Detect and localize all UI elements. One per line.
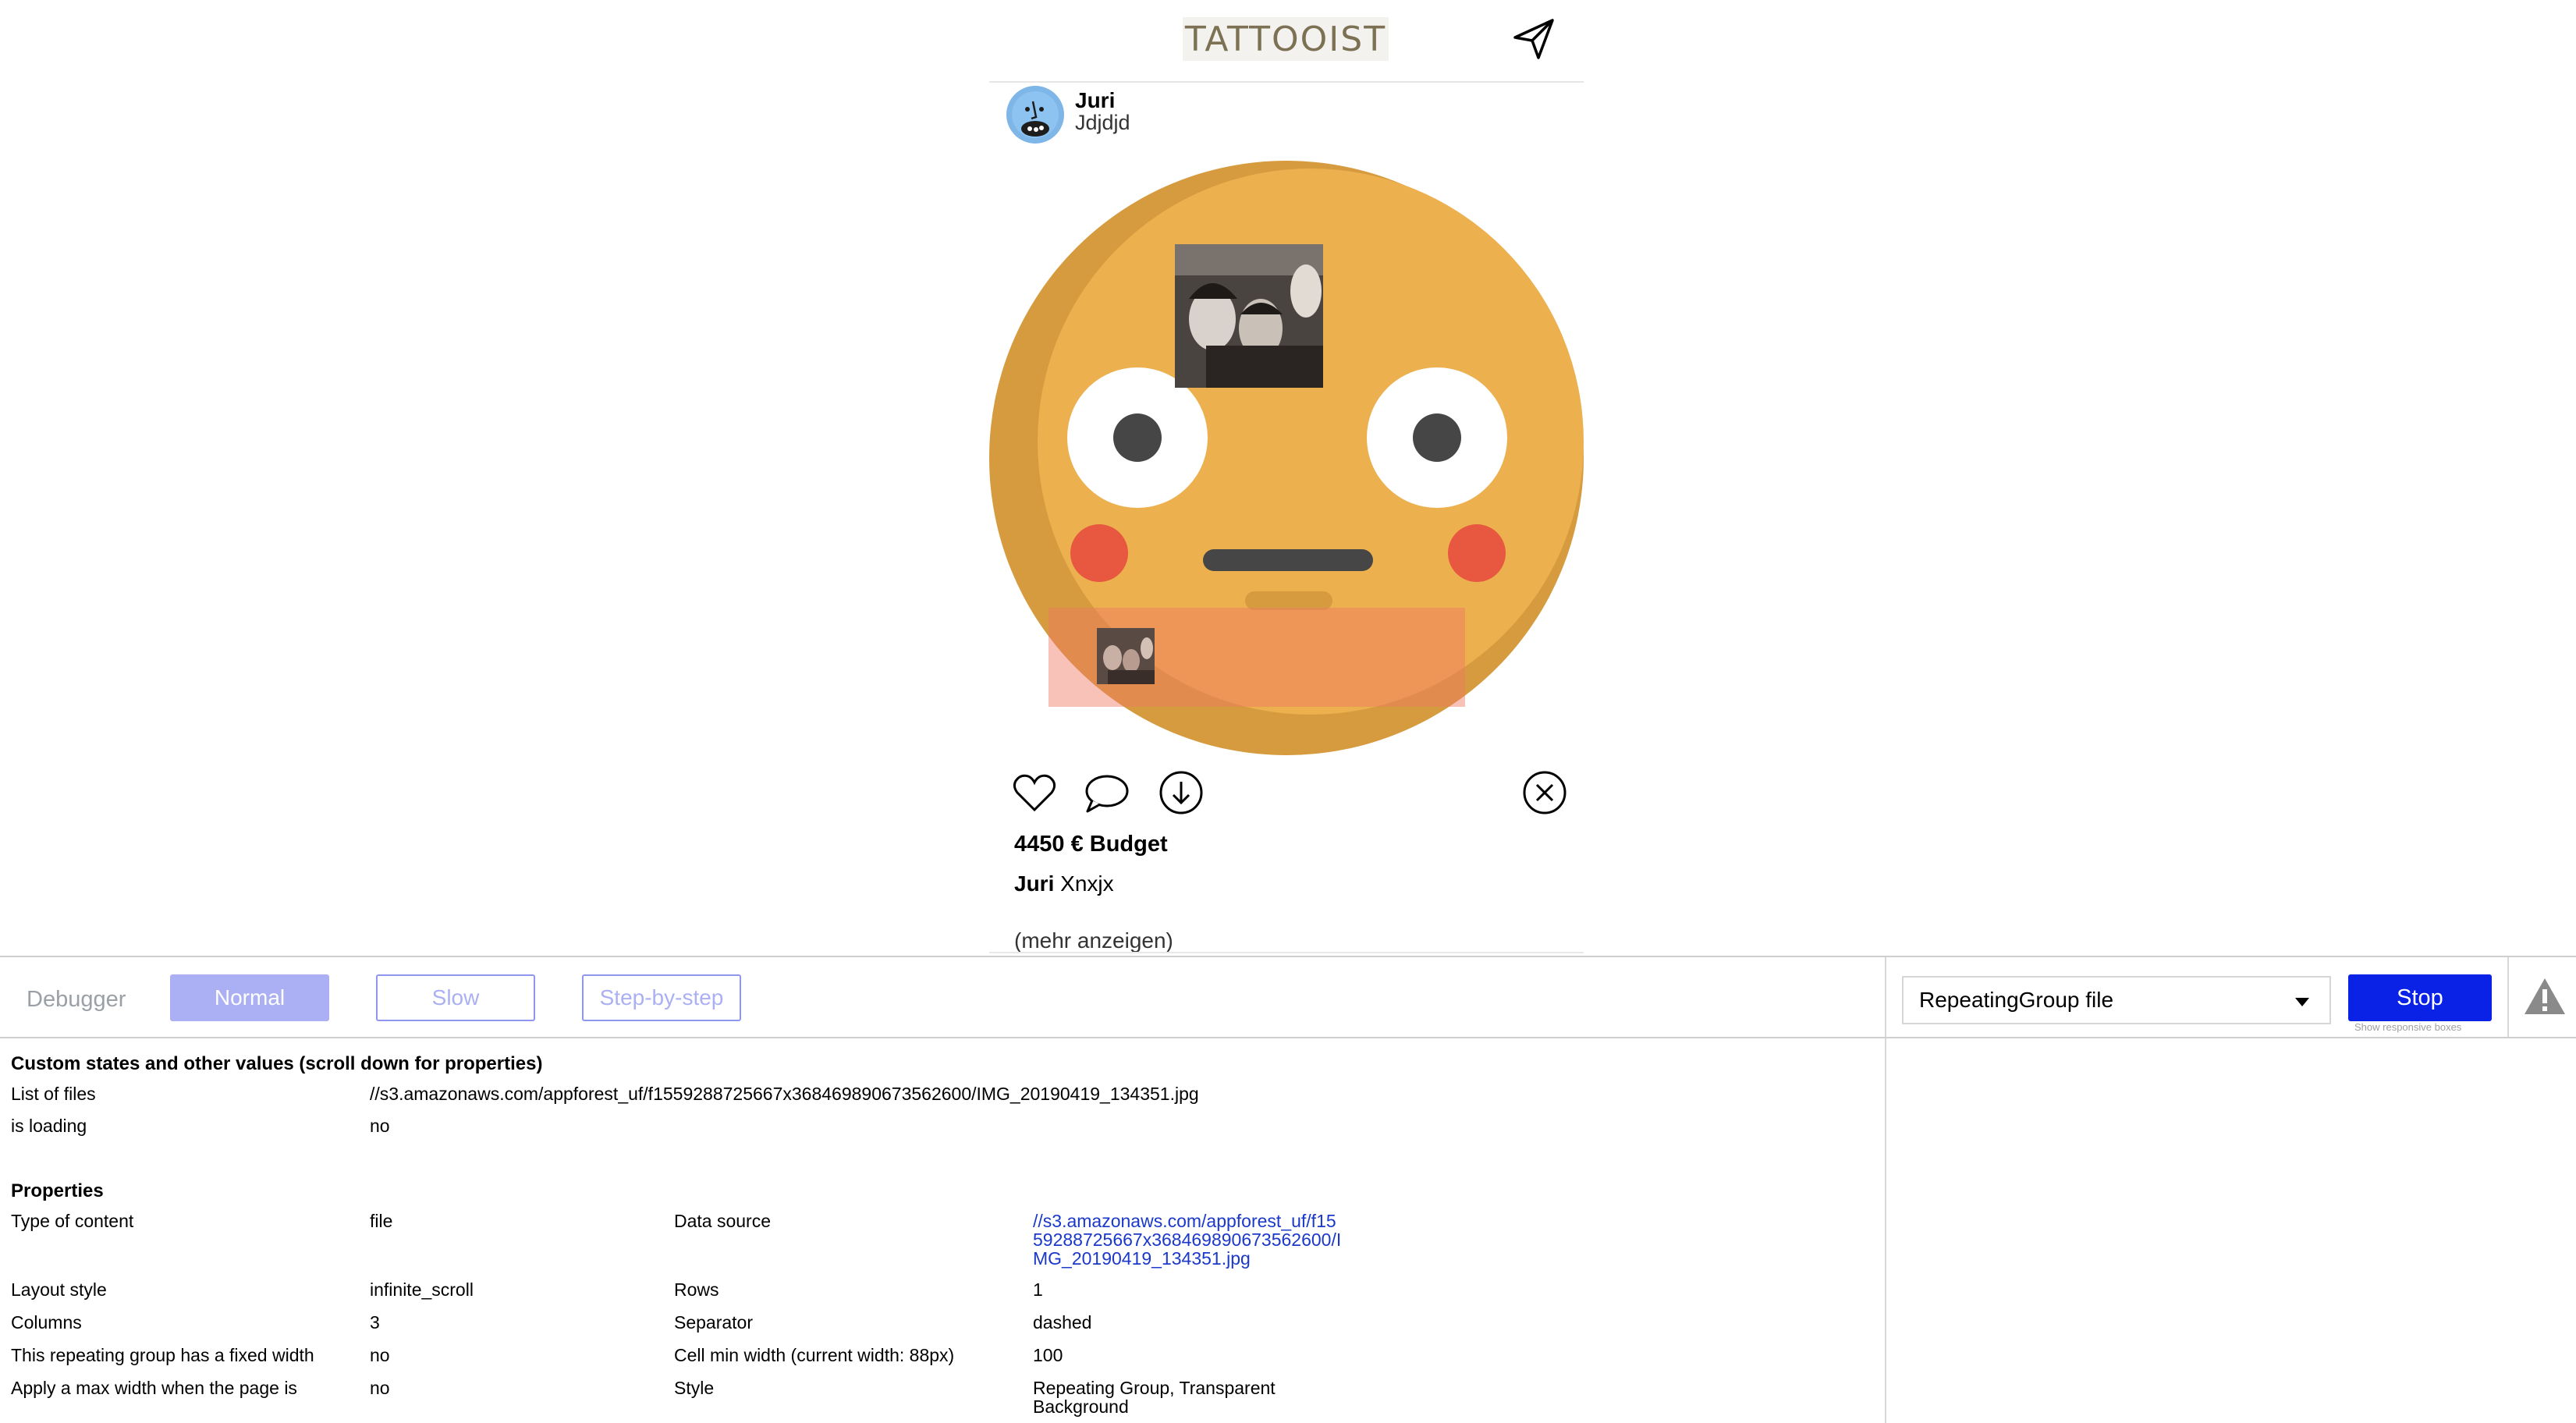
- element-inspector-select[interactable]: RepeatingGroup file: [1902, 976, 2331, 1024]
- property-label: Columns: [11, 1312, 82, 1333]
- property-value: 1: [1033, 1279, 1043, 1300]
- photo-thumbnail[interactable]: [1175, 244, 1323, 388]
- debugger-divider-vertical: [1885, 957, 1886, 1423]
- show-responsive-boxes-link[interactable]: Show responsive boxes: [2354, 1021, 2461, 1033]
- property-label: Data source: [674, 1211, 772, 1231]
- state-label: is loading: [11, 1116, 87, 1136]
- debugger-title: Debugger: [27, 987, 126, 1012]
- show-more-link[interactable]: (mehr anzeigen): [1014, 928, 1173, 953]
- post-divider: [989, 952, 1584, 953]
- caption-author[interactable]: Juri: [1014, 871, 1054, 896]
- property-label: Separator: [674, 1312, 754, 1333]
- chevron-down-icon: [2295, 998, 2309, 1006]
- property-value: 100: [1033, 1345, 1063, 1365]
- properties-heading: Properties: [11, 1180, 104, 1201]
- post-budget: 4450 € Budget: [1014, 832, 1168, 857]
- mode-normal-button[interactable]: Normal: [170, 974, 329, 1021]
- close-circle-icon[interactable]: [1521, 769, 1568, 816]
- paper-plane-icon[interactable]: [1510, 16, 1557, 62]
- property-label: Apply a max width when the page is: [11, 1378, 297, 1398]
- state-label: List of files: [11, 1084, 96, 1104]
- property-value: file: [370, 1211, 393, 1231]
- property-label: This repeating group has a fixed width: [11, 1345, 314, 1365]
- property-value: no: [370, 1378, 390, 1398]
- property-value: infinite_scroll: [370, 1279, 474, 1300]
- post-author-subtitle: Jdjdjd: [1075, 111, 1130, 134]
- caption-text: Xnxjx: [1060, 871, 1114, 896]
- app-preview: TATTOOIST Juri Jdjdjd 4450 € Budget Juri…: [0, 0, 2576, 956]
- property-value: dashed: [1033, 1312, 1092, 1333]
- element-inspector-value: RepeatingGroup file: [1919, 988, 2114, 1012]
- state-value: no: [370, 1116, 390, 1136]
- app-logo[interactable]: TATTOOIST: [1183, 17, 1389, 61]
- custom-states-heading: Custom states and other values (scroll d…: [11, 1053, 543, 1074]
- avatar[interactable]: [1006, 86, 1064, 144]
- warning-triangle-icon[interactable]: [2523, 976, 2567, 1017]
- property-label: Type of content: [11, 1211, 134, 1231]
- debugger-divider-horizontal: [0, 1037, 2576, 1038]
- download-circle-icon[interactable]: [1158, 769, 1205, 816]
- speech-bubble-icon[interactable]: [1083, 769, 1130, 816]
- debugger-panel: Debugger Normal Slow Step-by-step Repeat…: [0, 956, 2576, 1423]
- mode-slow-button[interactable]: Slow: [376, 974, 535, 1021]
- mode-step-by-step-button[interactable]: Step-by-step: [582, 974, 741, 1021]
- heart-icon[interactable]: [1011, 769, 1058, 816]
- stop-button[interactable]: Stop: [2348, 974, 2492, 1021]
- photo-thumbnail-small[interactable]: [1097, 628, 1155, 684]
- state-value: //s3.amazonaws.com/appforest_uf/f1559288…: [370, 1084, 1199, 1104]
- property-value: 3: [370, 1312, 380, 1333]
- data-source-link[interactable]: //s3.amazonaws.com/appforest_uf/f1559288…: [1033, 1212, 1345, 1268]
- header-divider: [989, 81, 1584, 83]
- property-label: Cell min width (current width: 88px): [674, 1345, 955, 1365]
- debugger-divider-vertical-2: [2507, 957, 2509, 1037]
- property-value: Repeating Group, Transparent Background: [1033, 1378, 1276, 1417]
- property-value: no: [370, 1345, 390, 1365]
- post-author-name[interactable]: Juri: [1075, 88, 1115, 113]
- property-label: Style: [674, 1378, 715, 1398]
- property-label: Rows: [674, 1279, 719, 1300]
- property-label: Layout style: [11, 1279, 107, 1300]
- post-caption: Juri Xnxjx: [1014, 871, 1114, 896]
